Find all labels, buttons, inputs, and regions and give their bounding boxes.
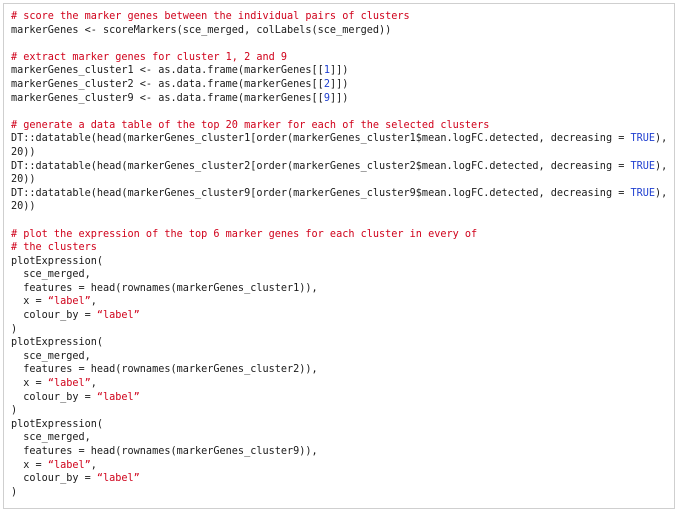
code-line: plotExpression( xyxy=(11,418,668,432)
code-text: 20)) xyxy=(11,146,36,158)
code-line: features = head(rownames(markerGenes_clu… xyxy=(11,282,668,296)
code-line: plotExpression( xyxy=(11,336,668,350)
code-string: “label” xyxy=(47,459,91,471)
code-comment: # plot the expression of the top 6 marke… xyxy=(11,228,478,240)
code-keyword: TRUE xyxy=(630,133,656,145)
code-line: plotExpression( xyxy=(11,255,668,269)
code-line: colour_by = “label” xyxy=(11,391,668,405)
code-text: ) xyxy=(11,405,18,417)
code-line: 20)) xyxy=(11,146,668,160)
code-text: ),], n = xyxy=(655,160,668,172)
code-comment: # extract marker genes for cluster 1, 2 … xyxy=(11,51,288,63)
code-text: x = xyxy=(11,459,48,471)
code-text: sce_merged, xyxy=(11,432,91,444)
code-text: ]]) xyxy=(329,92,349,104)
code-line: x = “label”, xyxy=(11,295,668,309)
code-text: markerGenes_cluster9 <- as.data.frame(ma… xyxy=(11,92,324,104)
code-text: colour_by = xyxy=(11,391,97,403)
code-line: sce_merged, xyxy=(11,431,668,445)
code-line: ) xyxy=(11,404,668,418)
code-keyword: TRUE xyxy=(630,160,656,172)
code-line: x = “label”, xyxy=(11,459,668,473)
code-line: 20)) xyxy=(11,200,668,214)
code-line: DT::datatable(head(markerGenes_cluster9[… xyxy=(11,187,668,201)
code-comment: # the clusters xyxy=(11,242,97,254)
code-string: “label” xyxy=(96,391,140,403)
code-line: # generate a data table of the top 20 ma… xyxy=(11,119,668,133)
code-text: ]]) xyxy=(329,78,349,90)
code-line: sce_merged, xyxy=(11,268,668,282)
code-text: DT::datatable(head(markerGenes_cluster9[… xyxy=(11,187,631,199)
code-line: # plot the expression of the top 6 marke… xyxy=(11,228,668,242)
code-text: plotExpression( xyxy=(11,418,104,430)
code-line: markerGenes_cluster1 <- as.data.frame(ma… xyxy=(11,64,668,78)
code-string: “label” xyxy=(47,296,91,308)
code-keyword: TRUE xyxy=(630,187,656,199)
code-text: plotExpression( xyxy=(11,337,104,349)
code-text: sce_merged, xyxy=(11,350,91,362)
code-line: features = head(rownames(markerGenes_clu… xyxy=(11,363,668,377)
code-text: , xyxy=(90,459,97,471)
code-line: colour_by = “label” xyxy=(11,472,668,486)
code-text: 20)) xyxy=(11,201,36,213)
code-text: , xyxy=(90,378,97,390)
code-text: ]]) xyxy=(329,65,349,77)
code-line: x = “label”, xyxy=(11,377,668,391)
code-text: plotExpression( xyxy=(11,255,104,267)
code-text: DT::datatable(head(markerGenes_cluster1[… xyxy=(11,133,631,145)
code-text: ),], n = xyxy=(655,187,668,199)
code-string: “label” xyxy=(96,473,140,485)
code-line: DT::datatable(head(markerGenes_cluster1[… xyxy=(11,132,668,146)
code-line: sce_merged, xyxy=(11,350,668,364)
code-text: x = xyxy=(11,378,48,390)
code-comment: # generate a data table of the top 20 ma… xyxy=(11,119,490,131)
code-string: “label” xyxy=(47,378,91,390)
code-text: DT::datatable(head(markerGenes_cluster2[… xyxy=(11,160,631,172)
code-text: markerGenes <- scoreMarkers(sce_merged, … xyxy=(11,24,392,36)
code-line: markerGenes_cluster9 <- as.data.frame(ma… xyxy=(11,92,668,106)
code-block: # score the marker genes between the ind… xyxy=(3,3,675,509)
code-line: 20)) xyxy=(11,173,668,187)
code-text: , xyxy=(90,296,97,308)
code-comment: # score the marker genes between the ind… xyxy=(11,11,410,22)
code-line: ) xyxy=(11,486,668,500)
code-text: x = xyxy=(11,296,48,308)
code-text: colour_by = xyxy=(11,473,97,485)
code-line: DT::datatable(head(markerGenes_cluster2[… xyxy=(11,160,668,174)
code-line: # score the marker genes between the ind… xyxy=(11,10,668,24)
code-text: ),], n = xyxy=(655,133,668,145)
code-text: ) xyxy=(11,323,18,335)
code-lines: # score the marker genes between the ind… xyxy=(11,10,668,499)
code-text: markerGenes_cluster2 <- as.data.frame(ma… xyxy=(11,78,324,90)
code-text: ) xyxy=(11,486,18,498)
code-text: 20)) xyxy=(11,174,36,186)
code-line: markerGenes <- scoreMarkers(sce_merged, … xyxy=(11,24,668,38)
code-string: “label” xyxy=(96,310,140,322)
code-line: # extract marker genes for cluster 1, 2 … xyxy=(11,51,668,65)
code-text: sce_merged, xyxy=(11,269,91,281)
code-line: # the clusters xyxy=(11,241,668,255)
code-text: colour_by = xyxy=(11,310,97,322)
code-line: features = head(rownames(markerGenes_clu… xyxy=(11,445,668,459)
code-line: colour_by = “label” xyxy=(11,309,668,323)
code-text: markerGenes_cluster1 <- as.data.frame(ma… xyxy=(11,65,324,77)
code-line: markerGenes_cluster2 <- as.data.frame(ma… xyxy=(11,78,668,92)
code-text: features = head(rownames(markerGenes_clu… xyxy=(11,282,318,294)
code-text: features = head(rownames(markerGenes_clu… xyxy=(11,446,318,457)
code-text: features = head(rownames(markerGenes_clu… xyxy=(11,364,318,376)
code-line: ) xyxy=(11,323,668,337)
